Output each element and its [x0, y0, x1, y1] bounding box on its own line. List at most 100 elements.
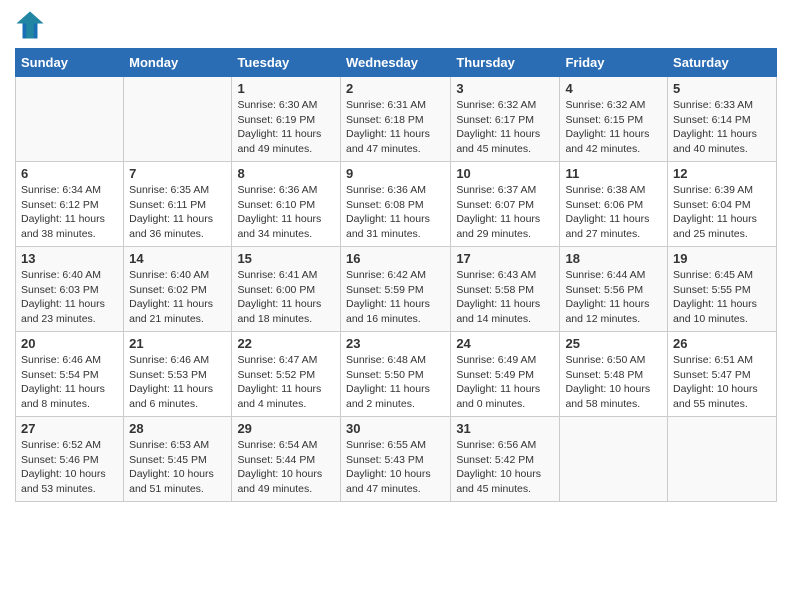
- day-detail: Sunrise: 6:35 AM Sunset: 6:11 PM Dayligh…: [129, 183, 226, 242]
- day-detail: Sunrise: 6:52 AM Sunset: 5:46 PM Dayligh…: [21, 438, 118, 497]
- day-detail: Sunrise: 6:37 AM Sunset: 6:07 PM Dayligh…: [456, 183, 554, 242]
- calendar-cell: 22 Sunrise: 6:47 AM Sunset: 5:52 PM Dayli…: [232, 332, 341, 417]
- day-number: 17: [456, 251, 554, 266]
- day-detail: Sunrise: 6:40 AM Sunset: 6:03 PM Dayligh…: [21, 268, 118, 327]
- calendar-cell: 7 Sunrise: 6:35 AM Sunset: 6:11 PM Daylig…: [124, 162, 232, 247]
- day-detail: Sunrise: 6:56 AM Sunset: 5:42 PM Dayligh…: [456, 438, 554, 497]
- calendar-cell: 12 Sunrise: 6:39 AM Sunset: 6:04 PM Dayli…: [668, 162, 777, 247]
- calendar-cell: [668, 417, 777, 502]
- day-detail: Sunrise: 6:30 AM Sunset: 6:19 PM Dayligh…: [237, 98, 335, 157]
- day-number: 26: [673, 336, 771, 351]
- calendar-cell: 31 Sunrise: 6:56 AM Sunset: 5:42 PM Dayli…: [451, 417, 560, 502]
- day-number: 6: [21, 166, 118, 181]
- day-number: 11: [565, 166, 662, 181]
- calendar-cell: 2Sunrise: 6:31 AM Sunset: 6:18 PM Daylig…: [340, 77, 450, 162]
- day-detail: Sunrise: 6:32 AM Sunset: 6:15 PM Dayligh…: [565, 98, 662, 157]
- day-number: 9: [346, 166, 445, 181]
- calendar-week-4: 20 Sunrise: 6:46 AM Sunset: 5:54 PM Dayli…: [16, 332, 777, 417]
- calendar-cell: 5 Sunrise: 6:33 AM Sunset: 6:14 PM Daylig…: [668, 77, 777, 162]
- day-number: 19: [673, 251, 771, 266]
- col-header-friday: Friday: [560, 49, 668, 77]
- day-number: 13: [21, 251, 118, 266]
- day-number: 24: [456, 336, 554, 351]
- calendar-cell: 11 Sunrise: 6:38 AM Sunset: 6:06 PM Dayli…: [560, 162, 668, 247]
- day-number: 1: [237, 81, 335, 96]
- day-number: 2: [346, 81, 445, 96]
- day-number: 4: [565, 81, 662, 96]
- calendar-cell: 26 Sunrise: 6:51 AM Sunset: 5:47 PM Dayli…: [668, 332, 777, 417]
- day-detail: Sunrise: 6:55 AM Sunset: 5:43 PM Dayligh…: [346, 438, 445, 497]
- day-detail: Sunrise: 6:46 AM Sunset: 5:53 PM Dayligh…: [129, 353, 226, 412]
- calendar-table: SundayMondayTuesdayWednesdayThursdayFrid…: [15, 48, 777, 502]
- day-detail: Sunrise: 6:53 AM Sunset: 5:45 PM Dayligh…: [129, 438, 226, 497]
- calendar-cell: 3 Sunrise: 6:32 AM Sunset: 6:17 PM Daylig…: [451, 77, 560, 162]
- day-detail: Sunrise: 6:47 AM Sunset: 5:52 PM Dayligh…: [237, 353, 335, 412]
- calendar-cell: 24Sunrise: 6:49 AM Sunset: 5:49 PM Dayli…: [451, 332, 560, 417]
- calendar-cell: 10Sunrise: 6:37 AM Sunset: 6:07 PM Dayli…: [451, 162, 560, 247]
- day-detail: Sunrise: 6:41 AM Sunset: 6:00 PM Dayligh…: [237, 268, 335, 327]
- col-header-monday: Monday: [124, 49, 232, 77]
- calendar-cell: 9 Sunrise: 6:36 AM Sunset: 6:08 PM Daylig…: [340, 162, 450, 247]
- day-number: 28: [129, 421, 226, 436]
- calendar-header-row: SundayMondayTuesdayWednesdayThursdayFrid…: [16, 49, 777, 77]
- day-number: 29: [237, 421, 335, 436]
- calendar-week-1: 1 Sunrise: 6:30 AM Sunset: 6:19 PM Daylig…: [16, 77, 777, 162]
- calendar-cell: 4 Sunrise: 6:32 AM Sunset: 6:15 PM Daylig…: [560, 77, 668, 162]
- calendar-week-2: 6Sunrise: 6:34 AM Sunset: 6:12 PM Daylig…: [16, 162, 777, 247]
- calendar-cell: 8 Sunrise: 6:36 AM Sunset: 6:10 PM Daylig…: [232, 162, 341, 247]
- day-number: 5: [673, 81, 771, 96]
- col-header-saturday: Saturday: [668, 49, 777, 77]
- calendar-cell: 1 Sunrise: 6:30 AM Sunset: 6:19 PM Daylig…: [232, 77, 341, 162]
- calendar-cell: 25 Sunrise: 6:50 AM Sunset: 5:48 PM Dayli…: [560, 332, 668, 417]
- day-detail: Sunrise: 6:36 AM Sunset: 6:10 PM Dayligh…: [237, 183, 335, 242]
- day-detail: Sunrise: 6:39 AM Sunset: 6:04 PM Dayligh…: [673, 183, 771, 242]
- day-detail: Sunrise: 6:45 AM Sunset: 5:55 PM Dayligh…: [673, 268, 771, 327]
- col-header-thursday: Thursday: [451, 49, 560, 77]
- calendar-cell: 20 Sunrise: 6:46 AM Sunset: 5:54 PM Dayli…: [16, 332, 124, 417]
- day-number: 30: [346, 421, 445, 436]
- page-header: [15, 10, 777, 40]
- day-number: 31: [456, 421, 554, 436]
- calendar-week-5: 27 Sunrise: 6:52 AM Sunset: 5:46 PM Dayli…: [16, 417, 777, 502]
- day-number: 18: [565, 251, 662, 266]
- day-detail: Sunrise: 6:36 AM Sunset: 6:08 PM Dayligh…: [346, 183, 445, 242]
- day-detail: Sunrise: 6:42 AM Sunset: 5:59 PM Dayligh…: [346, 268, 445, 327]
- day-detail: Sunrise: 6:32 AM Sunset: 6:17 PM Dayligh…: [456, 98, 554, 157]
- calendar-cell: 13 Sunrise: 6:40 AM Sunset: 6:03 PM Dayli…: [16, 247, 124, 332]
- calendar-week-3: 13 Sunrise: 6:40 AM Sunset: 6:03 PM Dayli…: [16, 247, 777, 332]
- day-number: 20: [21, 336, 118, 351]
- day-number: 15: [237, 251, 335, 266]
- logo-icon: [15, 10, 45, 40]
- calendar-cell: [560, 417, 668, 502]
- calendar-cell: 30 Sunrise: 6:55 AM Sunset: 5:43 PM Dayli…: [340, 417, 450, 502]
- day-number: 16: [346, 251, 445, 266]
- calendar-cell: 17 Sunrise: 6:43 AM Sunset: 5:58 PM Dayli…: [451, 247, 560, 332]
- day-detail: Sunrise: 6:33 AM Sunset: 6:14 PM Dayligh…: [673, 98, 771, 157]
- col-header-wednesday: Wednesday: [340, 49, 450, 77]
- day-detail: Sunrise: 6:40 AM Sunset: 6:02 PM Dayligh…: [129, 268, 226, 327]
- day-number: 21: [129, 336, 226, 351]
- day-number: 12: [673, 166, 771, 181]
- logo: [15, 10, 49, 40]
- day-number: 27: [21, 421, 118, 436]
- calendar-cell: 28 Sunrise: 6:53 AM Sunset: 5:45 PM Dayli…: [124, 417, 232, 502]
- day-number: 25: [565, 336, 662, 351]
- day-number: 23: [346, 336, 445, 351]
- day-number: 7: [129, 166, 226, 181]
- day-number: 3: [456, 81, 554, 96]
- day-detail: Sunrise: 6:46 AM Sunset: 5:54 PM Dayligh…: [21, 353, 118, 412]
- calendar-cell: 14Sunrise: 6:40 AM Sunset: 6:02 PM Dayli…: [124, 247, 232, 332]
- calendar-cell: 16 Sunrise: 6:42 AM Sunset: 5:59 PM Dayli…: [340, 247, 450, 332]
- col-header-tuesday: Tuesday: [232, 49, 341, 77]
- day-detail: Sunrise: 6:54 AM Sunset: 5:44 PM Dayligh…: [237, 438, 335, 497]
- calendar-cell: [16, 77, 124, 162]
- calendar-cell: 19 Sunrise: 6:45 AM Sunset: 5:55 PM Dayli…: [668, 247, 777, 332]
- day-detail: Sunrise: 6:51 AM Sunset: 5:47 PM Dayligh…: [673, 353, 771, 412]
- day-detail: Sunrise: 6:50 AM Sunset: 5:48 PM Dayligh…: [565, 353, 662, 412]
- day-detail: Sunrise: 6:38 AM Sunset: 6:06 PM Dayligh…: [565, 183, 662, 242]
- day-detail: Sunrise: 6:43 AM Sunset: 5:58 PM Dayligh…: [456, 268, 554, 327]
- day-number: 22: [237, 336, 335, 351]
- day-number: 8: [237, 166, 335, 181]
- calendar-cell: 21 Sunrise: 6:46 AM Sunset: 5:53 PM Dayli…: [124, 332, 232, 417]
- calendar-cell: 29 Sunrise: 6:54 AM Sunset: 5:44 PM Dayli…: [232, 417, 341, 502]
